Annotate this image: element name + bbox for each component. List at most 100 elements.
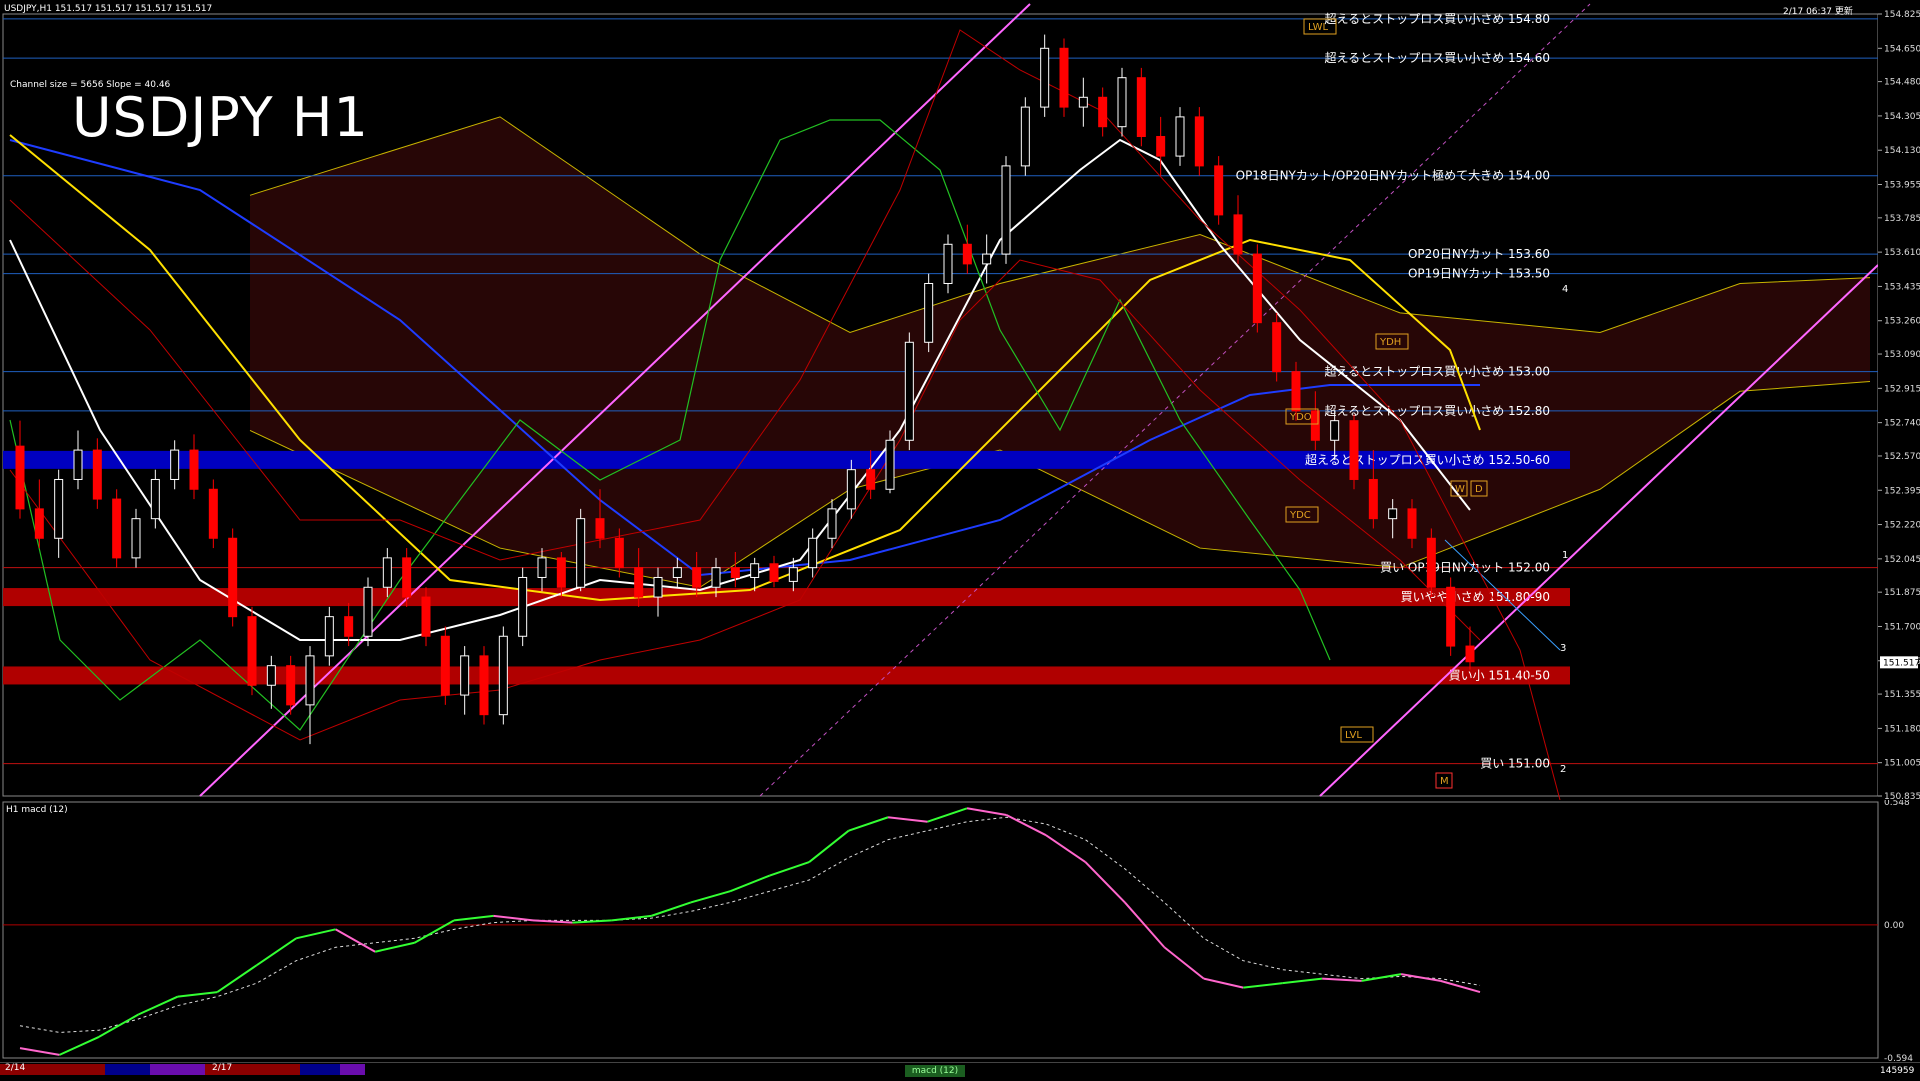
candle-body xyxy=(672,567,682,578)
macd-line-segment xyxy=(335,928,376,953)
candle-body xyxy=(1233,214,1243,255)
current-price-label: 151.517 xyxy=(1883,658,1920,668)
macd-line-segment xyxy=(1045,834,1086,863)
price-tick-label: 151.355 xyxy=(1884,690,1920,700)
candle-body xyxy=(73,449,83,480)
candle-body xyxy=(460,655,470,696)
macd-line-segment xyxy=(414,919,455,944)
candle-body xyxy=(1020,106,1030,167)
candle-body xyxy=(730,567,740,578)
candle-body xyxy=(402,557,412,598)
price-tick-label: 154.650 xyxy=(1884,44,1920,54)
candle-body xyxy=(614,537,624,569)
price-level-label: 超えるとストップロス買い小さめ 152.80 xyxy=(1325,403,1550,418)
candle-body xyxy=(1175,116,1185,157)
candle-body xyxy=(982,253,992,265)
price-tick-label: 152.740 xyxy=(1884,419,1920,429)
time-stamp: 2/17 06:37 更新 xyxy=(1783,7,1853,17)
candle-body xyxy=(634,567,644,598)
candle-body xyxy=(1078,96,1088,108)
price-level-label: 超えるとストップロス買い小さめ 153.00 xyxy=(1325,364,1550,379)
marker-label: 3 xyxy=(1560,643,1566,654)
candle-body xyxy=(1098,96,1108,128)
candle-body xyxy=(1330,420,1340,441)
macd-tick-label: -0.594 xyxy=(1884,1054,1913,1062)
macd-line-segment xyxy=(19,1047,60,1056)
marker-label: YDC xyxy=(1289,510,1311,521)
candle-body xyxy=(1040,47,1050,108)
candle-body xyxy=(788,567,798,582)
candle-body xyxy=(595,518,605,539)
candle-body xyxy=(653,576,663,598)
marker-label: LWL xyxy=(1308,22,1329,33)
marker-label: 4 xyxy=(1562,284,1568,295)
macd-title: H1 macd (12) xyxy=(6,805,68,815)
price-level-label: 買い小 151.40-50 xyxy=(1449,668,1550,682)
price-tick-label: 153.610 xyxy=(1884,248,1920,258)
candle-body xyxy=(170,449,180,480)
candle-body xyxy=(1001,165,1011,255)
candle-body xyxy=(208,488,218,539)
candle-body xyxy=(92,449,102,500)
candle-body xyxy=(266,665,276,686)
candle-body xyxy=(518,576,528,637)
macd-line-segment xyxy=(59,1036,100,1056)
candle-body xyxy=(576,518,586,588)
macd-line-segment xyxy=(1243,982,1283,989)
candle-body xyxy=(846,469,856,510)
macd-line-segment xyxy=(729,874,771,893)
price-tick-label: 153.785 xyxy=(1884,214,1920,224)
macd-line-segment xyxy=(1282,977,1323,985)
period-chip xyxy=(300,1064,340,1075)
candle-body xyxy=(150,478,160,520)
tab-macd[interactable]: macd (12) xyxy=(905,1065,965,1077)
candle-body xyxy=(769,563,779,582)
candle-body xyxy=(228,537,238,618)
candle-body xyxy=(363,586,373,637)
candle-body xyxy=(54,478,64,539)
candle-body xyxy=(750,563,760,578)
macd-line-segment xyxy=(1006,814,1047,837)
candle-body xyxy=(885,439,895,490)
candle-body xyxy=(1291,371,1301,412)
candle-body xyxy=(692,567,702,588)
macd-line-segment xyxy=(690,890,731,904)
price-band xyxy=(3,666,1570,685)
macd-tick-label: 0.548 xyxy=(1884,800,1910,808)
marker-label: M xyxy=(1440,776,1449,787)
candle-body xyxy=(15,445,25,510)
price-tick-label: 154.130 xyxy=(1884,146,1920,156)
candle-body xyxy=(943,243,953,284)
price-level-label: 買いやや小さめ 151.80-90 xyxy=(1401,590,1550,604)
candle-body xyxy=(827,508,837,539)
candle-body xyxy=(537,557,547,578)
macd-subchart[interactable]: 0.548 0.00 -0.594 xyxy=(0,800,1920,1062)
candle-body xyxy=(34,508,44,539)
macd-line-segment xyxy=(216,964,258,993)
candle-body xyxy=(344,616,354,637)
candle-body xyxy=(440,635,450,696)
macd-line-segment xyxy=(1400,973,1441,982)
price-tick-label: 152.915 xyxy=(1884,384,1920,394)
macd-line-segment xyxy=(493,914,534,922)
macd-line-segment xyxy=(1361,973,1402,982)
candle-body xyxy=(1465,645,1475,663)
macd-line-segment xyxy=(256,937,297,967)
macd-line-segment xyxy=(295,928,336,940)
price-level-label: OP20日NYカット 153.60 xyxy=(1408,247,1550,261)
candle-body xyxy=(498,635,508,716)
macd-line-segment xyxy=(137,995,179,1016)
period-chip xyxy=(150,1064,205,1075)
price-level-label: OP18日NYカット/OP20日NYカット極めて大きめ 154.00 xyxy=(1236,168,1550,183)
candle-body xyxy=(1156,135,1166,157)
marker-label: YDO xyxy=(1289,412,1312,423)
candle-body xyxy=(1272,322,1282,373)
macd-line-segment xyxy=(177,991,218,998)
macd-line-segment xyxy=(453,914,494,922)
candle-body xyxy=(382,557,392,588)
price-tick-label: 151.700 xyxy=(1884,622,1920,632)
macd-line-segment xyxy=(927,807,968,823)
candle-body xyxy=(556,557,566,588)
macd-line-segment xyxy=(1084,861,1126,904)
candle-body xyxy=(1426,537,1436,588)
